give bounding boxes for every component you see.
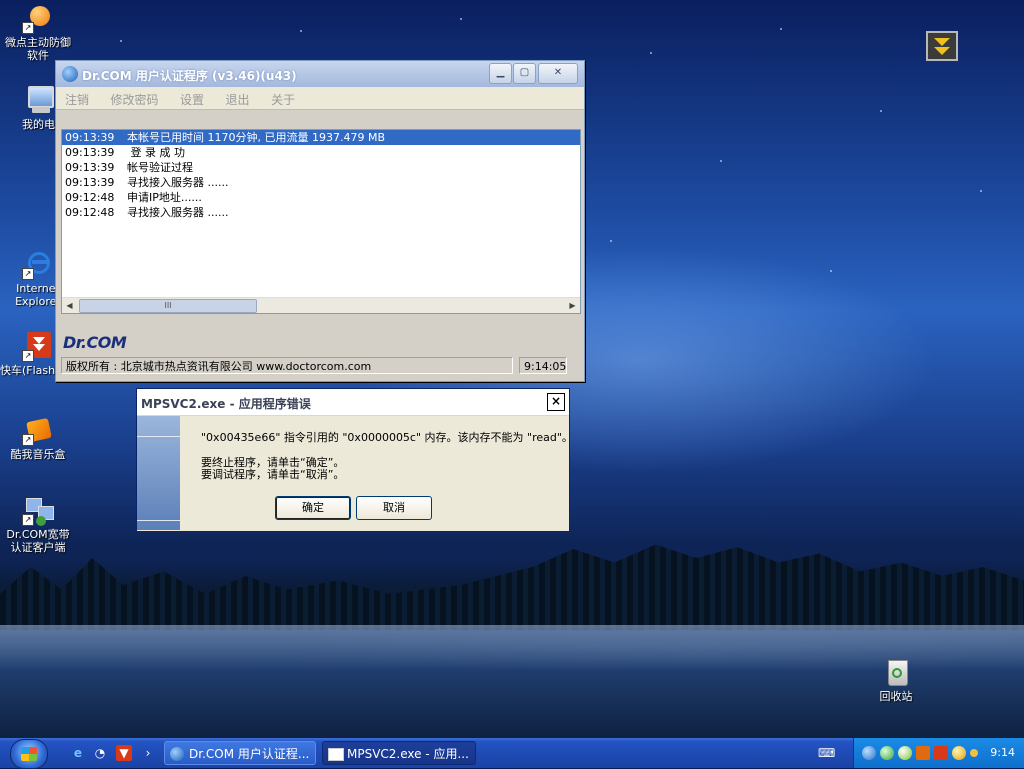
error-dialog-side-panel [137, 416, 180, 530]
log-time: 09:13:39 [65, 146, 115, 159]
desktop-icon-drcom-client[interactable]: ↗ Dr.COM宽带认证客户端 [0, 494, 76, 554]
minimize-button[interactable]: ▁ [489, 63, 512, 84]
log-text: 帐号验证过程 [127, 161, 193, 174]
computer-icon [22, 84, 54, 116]
quicklaunch-ie-icon[interactable]: e [70, 745, 86, 761]
menu-item-about[interactable]: 关于 [262, 87, 304, 108]
drcom-status-bar: 版权所有 : 北京城市热点资讯有限公司 www.doctorcom.com 9:… [61, 357, 579, 376]
flashget-floating-icon[interactable] [926, 31, 958, 61]
taskbar-button-label: MPSVC2.exe - 应用... [347, 747, 469, 761]
taskbar-button-drcom[interactable]: Dr.COM 用户认证程... [164, 741, 316, 765]
scroll-right-arrow-icon[interactable]: ▶ [565, 298, 580, 313]
recycle-bin-icon [880, 656, 912, 688]
maximize-button[interactable]: ▢ [513, 63, 536, 84]
error-dialog-title: MPSVC2.exe - 应用程序错误 [141, 397, 311, 411]
tray-antivirus-icon[interactable] [898, 746, 912, 760]
desktop-icon-label: 回收站 [879, 690, 913, 703]
drcom-globe-icon [62, 66, 78, 82]
music-box-icon: ↗ [22, 414, 54, 446]
quicklaunch-flashget-icon[interactable]: ▼ [116, 745, 132, 761]
drcom-window-title: Dr.COM 用户认证程序 (v3.46)(u43) [82, 69, 297, 83]
error-dialog-title-bar[interactable]: MPSVC2.exe - 应用程序错误 × [137, 389, 569, 416]
error-message-line1: "0x00435e66" 指令引用的 "0x0000005c" 内存。该内存不能… [201, 431, 573, 444]
taskbar-button-error-dialog[interactable]: MPSVC2.exe - 应用... [322, 741, 476, 765]
system-tray: 9:14 [853, 738, 1024, 768]
scroll-thumb[interactable]: III [79, 299, 257, 313]
taskbar-button-label: Dr.COM 用户认证程... [189, 747, 310, 761]
flashget-icon: ↗ [22, 330, 54, 362]
scroll-grip: III [164, 301, 172, 310]
quicklaunch-more-chevron-icon[interactable]: › [140, 745, 156, 761]
log-text: 申请IP地址...... [127, 191, 202, 204]
log-time: 09:13:39 [65, 131, 115, 144]
start-button[interactable] [10, 739, 48, 769]
error-dialog: MPSVC2.exe - 应用程序错误 × "0x00435e66" 指令引用的… [136, 388, 573, 532]
desktop-icon-recycle-bin[interactable]: 回收站 [858, 656, 934, 703]
menu-item-exit[interactable]: 退出 [217, 87, 259, 108]
scroll-left-arrow-icon[interactable]: ◀ [62, 298, 77, 313]
horizontal-scrollbar[interactable]: ◀ III ▶ [62, 297, 580, 313]
log-time: 09:12:48 [65, 206, 115, 219]
quicklaunch-browser-icon[interactable]: ◔ [92, 745, 108, 761]
error-dialog-close-button[interactable]: × [547, 393, 565, 411]
log-text: 寻找接入服务器 ...... [127, 176, 229, 189]
close-button[interactable]: ✕ [538, 63, 578, 84]
shield-ball-icon: ↗ [22, 2, 54, 34]
log-time: 09:12:48 [65, 191, 115, 204]
menu-item-logout[interactable]: 注销 [56, 87, 98, 108]
log-text: 本帐号已用时间 1170分钟, 已用流量 1937.479 MB [127, 131, 385, 144]
drcom-menu-bar: 注销 修改密码 设置 退出 关于 [56, 87, 584, 110]
keyboard-icon[interactable]: ⌨ [818, 745, 835, 761]
taskbar: e ◔ ▼ › Dr.COM 用户认证程... MPSVC2.exe - 应用.… [0, 738, 1024, 769]
menu-item-settings[interactable]: 设置 [171, 87, 213, 108]
log-text: 寻找接入服务器 ...... [127, 206, 229, 219]
drcom-logo: Dr.COM [63, 333, 127, 352]
status-time: 9:14:05 [519, 357, 567, 374]
log-time: 09:13:39 [65, 161, 115, 174]
tray-update-icon[interactable] [952, 746, 966, 760]
window-icon [328, 748, 344, 761]
drcom-globe-icon [170, 747, 184, 761]
log-time: 09:13:39 [65, 176, 115, 189]
log-row[interactable]: 09:13:39 寻找接入服务器 ...... [62, 175, 580, 190]
desktop-icon-label: Dr.COM宽带认证客户端 [6, 528, 70, 554]
desktop-icon-label: 微点主动防御软件 [5, 36, 71, 62]
menu-item-change-password[interactable]: 修改密码 [102, 87, 168, 108]
cancel-button[interactable]: 取消 [356, 496, 432, 520]
log-row[interactable]: 09:12:48 寻找接入服务器 ...... [62, 205, 580, 220]
desktop-icon-label: 酷我音乐盒 [10, 448, 66, 461]
log-row[interactable]: 09:12:48 申请IP地址...... [62, 190, 580, 205]
error-message-line3: 要调试程序，请单击“取消”。 [201, 468, 345, 481]
log-list[interactable]: 09:13:39 本帐号已用时间 1170分钟, 已用流量 1937.479 MB… [61, 129, 581, 314]
internet-explorer-icon: ↗ [22, 248, 54, 280]
log-row[interactable]: 09:13:39 帐号验证过程 [62, 160, 580, 175]
tray-volume-icon[interactable] [970, 749, 978, 757]
desktop-icon-weidian[interactable]: ↗ 微点主动防御软件 [0, 2, 76, 62]
desktop-icon-kuwo[interactable]: ↗ 酷我音乐盒 [0, 414, 76, 461]
tray-network-icon[interactable] [862, 746, 876, 760]
tray-shield-icon[interactable] [916, 746, 930, 760]
status-copyright: 版权所有 : 北京城市热点资讯有限公司 www.doctorcom.com [61, 357, 513, 374]
log-text: 登 录 成 功 [127, 146, 185, 159]
error-dialog-body: "0x00435e66" 指令引用的 "0x0000005c" 内存。该内存不能… [181, 416, 573, 531]
log-row[interactable]: 09:13:39 本帐号已用时间 1170分钟, 已用流量 1937.479 MB [62, 130, 580, 145]
taskbar-clock[interactable]: 9:14 [990, 746, 1015, 759]
windows-logo-icon [21, 747, 37, 761]
drcom-title-bar[interactable]: Dr.COM 用户认证程序 (v3.46)(u43) ▁ ▢ ✕ [56, 61, 584, 87]
log-row[interactable]: 09:13:39 登 录 成 功 [62, 145, 580, 160]
ok-button[interactable]: 确定 [275, 496, 351, 520]
tray-flashget-icon[interactable] [934, 746, 948, 760]
tray-drcom-icon[interactable] [880, 746, 894, 760]
drcom-window: Dr.COM 用户认证程序 (v3.46)(u43) ▁ ▢ ✕ 注销 修改密码… [55, 60, 585, 382]
network-computers-icon: ↗ [22, 494, 54, 526]
